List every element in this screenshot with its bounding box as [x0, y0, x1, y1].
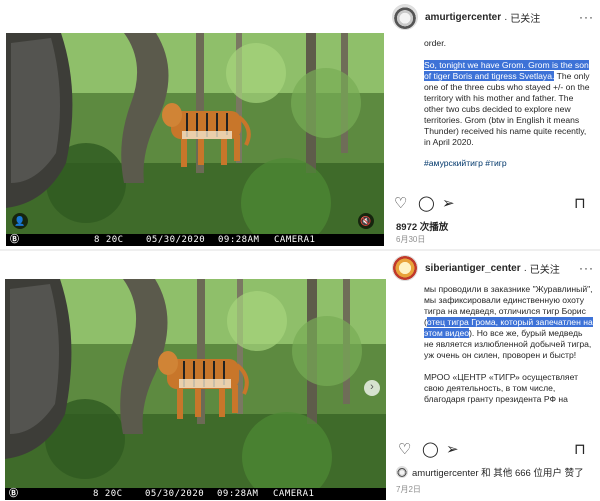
camera-date: 05/30/2020 [146, 235, 206, 245]
camera-time: 09:28AM [218, 235, 260, 245]
instagram-post-2: › Ⓑ 8 20C 05/30/2020 09:28AM CAMERA1 sib… [0, 251, 600, 501]
liker-avatar[interactable] [396, 466, 408, 478]
caption-2: мы проводили в заказнике "Журавлиный", м… [424, 284, 594, 432]
share-icon[interactable]: ➢ [446, 440, 459, 460]
camera-brand-logo: Ⓑ [10, 235, 20, 245]
liked-by-row: amurtigercenter 和 其他 666 位用户 赞了 [396, 465, 584, 479]
post-side-panel-1: amurtigercenter · 已关注 ··· order. So, ton… [388, 0, 600, 249]
more-options-icon[interactable]: ··· [579, 10, 594, 24]
post-header-1: amurtigercenter · 已关注 ··· [388, 0, 600, 34]
post-side-panel-2: siberiantiger_center · 已关注 ··· мы провод… [388, 251, 600, 501]
bookmark-icon[interactable]: ⊓ [574, 440, 586, 460]
instagram-post-1: 👤 🔇 Ⓑ 8 20C 05/30/2020 09:28AM CAMERA1 a… [0, 0, 600, 249]
caption-rest: The only one of the three cubs who staye… [424, 71, 590, 147]
camera-temperature: 8 20C [93, 489, 123, 499]
heart-icon[interactable]: ♡ [398, 440, 411, 460]
trail-camera-video-2[interactable]: › Ⓑ 8 20C 05/30/2020 09:28AM CAMERA1 [5, 279, 386, 500]
camera-date: 05/30/2020 [145, 489, 205, 499]
camera-id: CAMERA1 [274, 235, 316, 245]
avatar[interactable] [392, 4, 418, 30]
avatar[interactable] [392, 255, 418, 281]
camera-temperature: 8 20C [94, 235, 124, 245]
more-options-icon[interactable]: ··· [579, 261, 594, 275]
tiger-forest-scene [5, 279, 386, 500]
action-bar-1: ♡ ◯ ➢ ⊓ [388, 194, 600, 216]
camera-id: CAMERA1 [273, 489, 315, 499]
next-slide-icon[interactable]: › [364, 380, 380, 396]
heart-icon[interactable]: ♡ [394, 194, 407, 214]
post-date[interactable]: 6月30日 [396, 234, 425, 245]
comment-icon[interactable]: ◯ [418, 194, 435, 214]
tagged-users-icon[interactable]: 👤 [12, 213, 28, 229]
caption-1: order. So, tonight we have Grom. Grom is… [424, 38, 594, 169]
caption-top: order. [424, 38, 446, 48]
share-icon[interactable]: ➢ [442, 194, 455, 214]
hashtags[interactable]: #амурскийтигр #тигр [424, 158, 594, 169]
caption-body: So, tonight we have Grom. Grom is the so… [424, 60, 594, 148]
tiger-forest-scene [6, 33, 384, 246]
username[interactable]: siberiantiger_center [425, 263, 521, 274]
comment-icon[interactable]: ◯ [422, 440, 439, 460]
bookmark-icon[interactable]: ⊓ [574, 194, 586, 214]
action-bar-2: ♡ ◯ ➢ ⊓ [388, 440, 600, 462]
following-label[interactable]: · 已关注 [524, 261, 560, 276]
caption-body: мы проводили в заказнике "Журавлиный", м… [424, 284, 594, 361]
post-header-2: siberiantiger_center · 已关注 ··· [388, 251, 600, 285]
trail-camera-video-1[interactable]: 👤 🔇 Ⓑ 8 20C 05/30/2020 09:28AM CAMERA1 [6, 33, 384, 246]
caption-paragraph-2: МРОО «ЦЕНТР «ТИГР» осуществляет свою дея… [424, 372, 579, 404]
username[interactable]: amurtigercenter [425, 12, 501, 23]
view-count[interactable]: 8972 次播放 [396, 219, 448, 233]
mute-icon[interactable]: 🔇 [358, 213, 374, 229]
post-date[interactable]: 7月2日 [396, 484, 421, 495]
camera-info-strip: Ⓑ 8 20C 05/30/2020 09:28AM CAMERA1 [5, 488, 386, 500]
following-label[interactable]: · 已关注 [504, 10, 540, 25]
camera-time: 09:28AM [217, 489, 259, 499]
camera-info-strip: Ⓑ 8 20C 05/30/2020 09:28AM CAMERA1 [6, 234, 384, 246]
camera-brand-logo: Ⓑ [9, 489, 19, 499]
liked-by-text[interactable]: amurtigercenter 和 其他 666 位用户 赞了 [412, 465, 584, 479]
